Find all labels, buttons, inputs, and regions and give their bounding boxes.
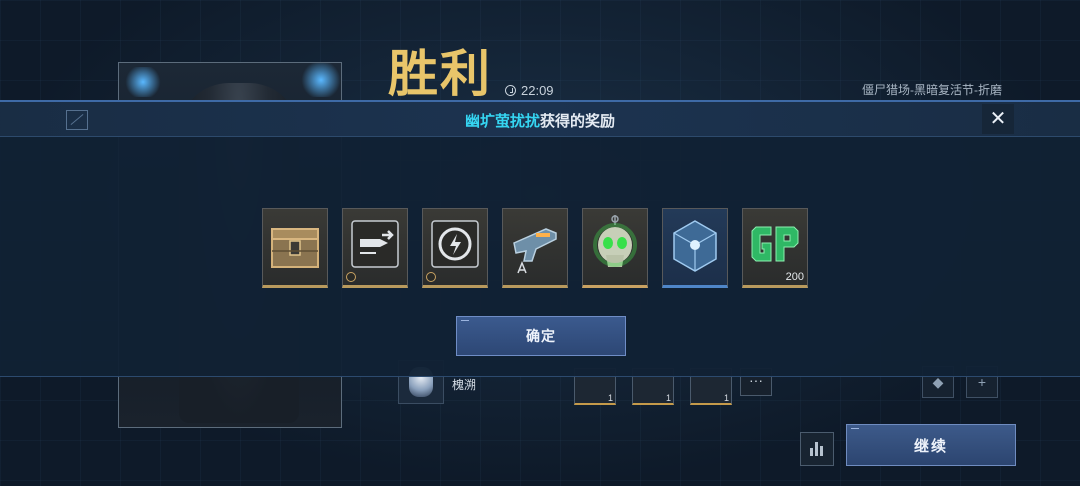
skull-icon	[593, 215, 637, 267]
bullet-icon	[351, 220, 399, 268]
portrait-glow-left	[123, 67, 163, 97]
lightning-target-icon	[431, 220, 479, 268]
clock-icon	[505, 85, 516, 96]
continue-button[interactable]: 继续	[846, 424, 1016, 466]
reward-item-gp-currency[interactable]: 200	[742, 208, 808, 288]
slot-count: 1	[607, 393, 613, 403]
modal-header: 幽圹萤扰扰获得的奖励 ✕	[0, 102, 1080, 137]
slot-count: 1	[665, 393, 671, 403]
reward-modal: 幽圹萤扰扰获得的奖励 ✕ 200 确定	[0, 100, 1080, 377]
quality-badge-icon	[426, 272, 436, 282]
title-suffix: 获得的奖励	[540, 113, 616, 130]
player-name: 幽圹萤扰扰	[464, 113, 540, 130]
cube-icon	[673, 220, 717, 272]
slot-count: 1	[723, 393, 729, 403]
stats-button[interactable]	[800, 432, 834, 466]
victory-title: 胜利	[388, 46, 492, 102]
reward-item-skull-pendant[interactable]	[582, 208, 648, 288]
quality-badge-icon	[346, 272, 356, 282]
reward-item-energy-core[interactable]	[662, 208, 728, 288]
crate-icon	[271, 228, 319, 268]
teammate-name: 槐溯	[452, 378, 477, 392]
mode-name: 僵尸猎场-黑暗复活节-折磨	[862, 83, 1002, 97]
reward-count: 200	[785, 271, 804, 283]
match-time-text: 22:09	[521, 83, 554, 98]
portrait-glow-right	[299, 63, 341, 97]
pistol-icon	[513, 228, 557, 274]
close-button[interactable]: ✕	[982, 104, 1014, 134]
reward-item-skill-boost[interactable]	[422, 208, 488, 288]
reward-item-ammo-upgrade[interactable]	[342, 208, 408, 288]
reward-list: 200	[262, 208, 808, 288]
reward-item-supply-crate[interactable]	[262, 208, 328, 288]
confirm-button[interactable]: 确定	[456, 316, 626, 356]
match-timer: 22:09	[505, 83, 554, 98]
modal-title: 幽圹萤扰扰获得的奖励	[0, 110, 1080, 131]
reward-item-weapon-blueprint[interactable]	[502, 208, 568, 288]
bar-chart-icon	[810, 442, 824, 456]
